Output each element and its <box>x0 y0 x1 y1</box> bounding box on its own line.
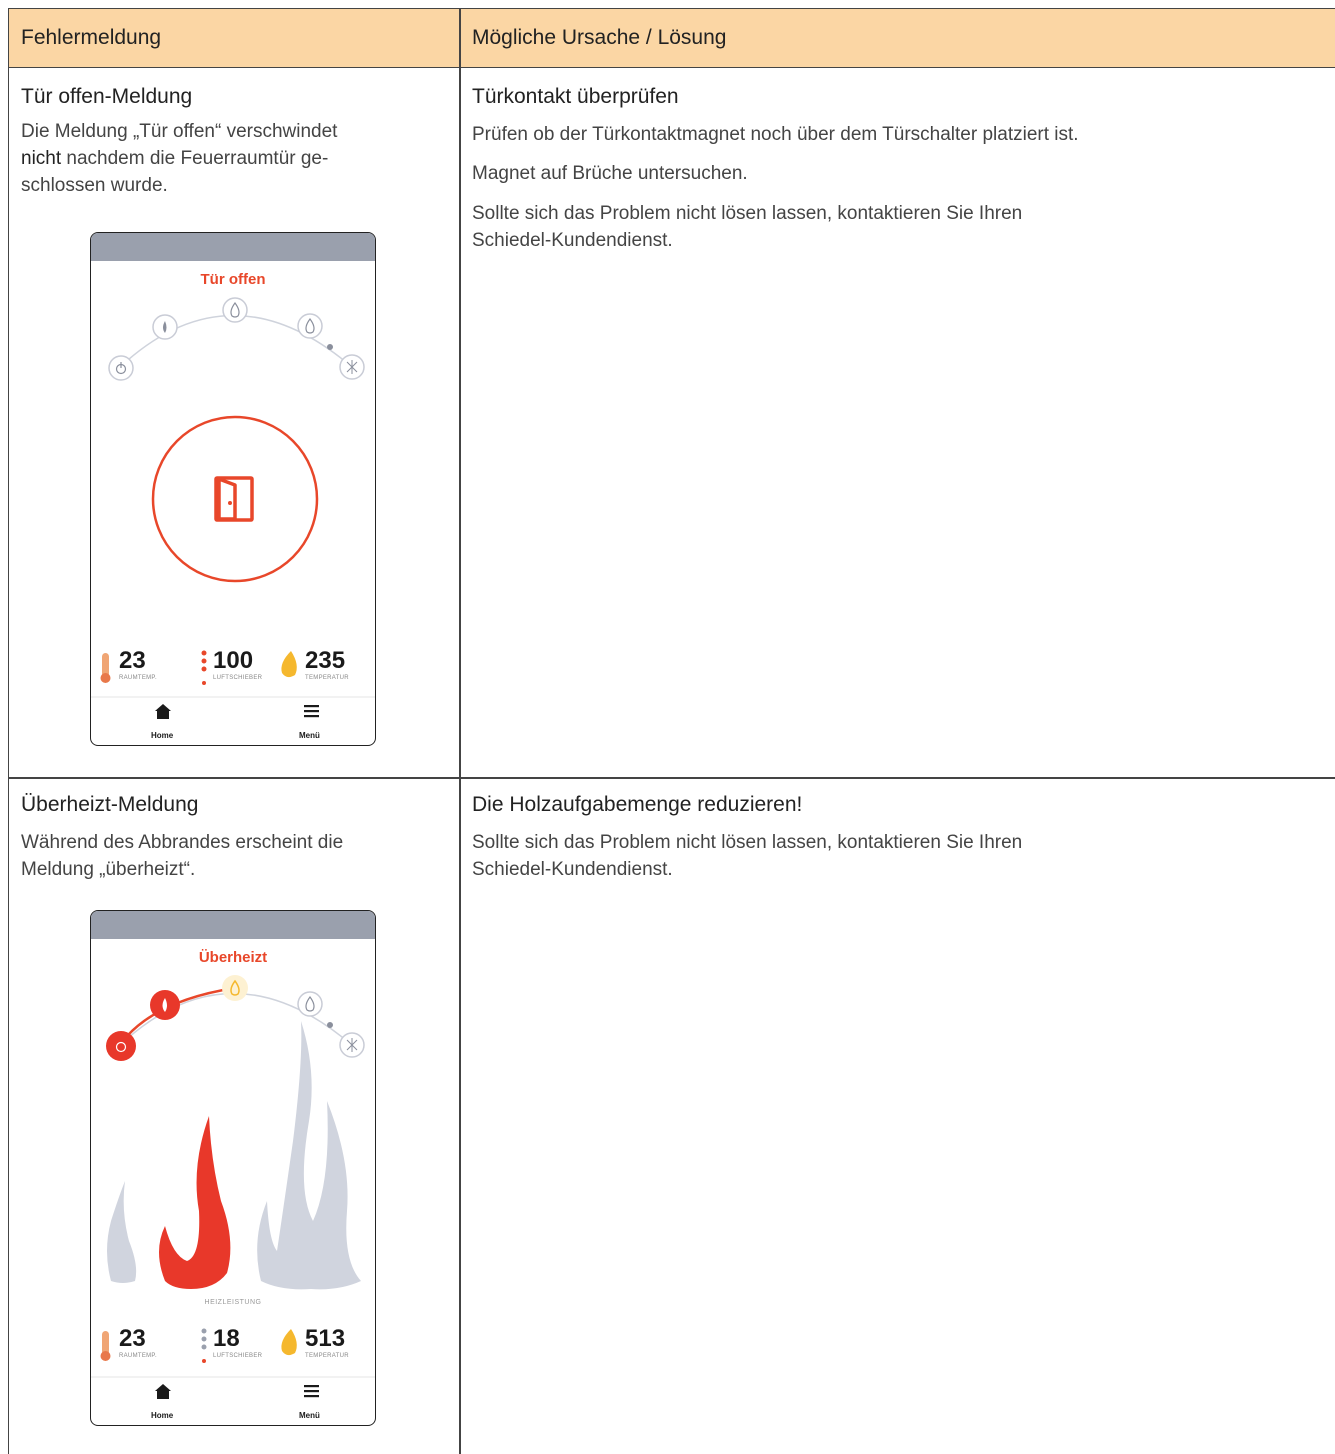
home-icon[interactable] <box>155 704 171 719</box>
heat-output-label: HEIZLEISTUNG <box>204 1299 262 1306</box>
flame-low-step-icon <box>297 313 323 339</box>
stat-temperature: 235 <box>305 647 346 674</box>
stat-air-slider-label: LUFTSCHIEBER <box>213 675 263 681</box>
row1-solution-line: Schiedel-Kundendienst. <box>472 230 673 251</box>
row2-solution-title: Die Holzaufgabemenge reduzieren! <box>472 793 803 816</box>
header-fehlermeldung: Fehlermeldung <box>21 26 162 49</box>
nav-menu-label[interactable]: Menü <box>299 731 320 740</box>
stat-temperature-label: TEMPERATUR <box>305 675 349 681</box>
row1-emphasis: nicht <box>21 148 62 169</box>
row1-solution-line: Prüfen ob der Türkontaktmagnet noch über… <box>472 124 1079 145</box>
row1-solution-line: Magnet auf Brüche untersuchen. <box>472 163 748 184</box>
row2-title: Überheizt-Meldung <box>21 793 199 816</box>
power-step-icon <box>108 355 134 381</box>
air-slider-icon <box>201 650 207 685</box>
row-divider <box>9 777 1335 779</box>
row2-description: Während des Abbrandes erscheint die Meld… <box>21 832 344 880</box>
row1-solution-line: Sollte sich das Problem nicht lösen lass… <box>472 203 1023 224</box>
cooldown-step-icon <box>339 1032 365 1058</box>
stat-room-temp-label: RAUMTEMP. <box>119 675 157 681</box>
flame-step-icon <box>222 297 248 323</box>
stat-temperature: 513 <box>305 1325 346 1352</box>
progress-dot <box>327 1022 333 1028</box>
heat-output-flames <box>107 1021 361 1290</box>
ignition-step-icon <box>150 990 180 1020</box>
flame-temp-icon <box>281 1329 297 1356</box>
air-slider-icon <box>201 1328 207 1363</box>
row1-description: Die Meldung „Tür offen“ verschwindet nic… <box>21 121 338 196</box>
stat-air-slider-label: LUFTSCHIEBER <box>213 1353 263 1359</box>
table-header: Fehlermeldung Mögliche Ursache / Lösung <box>9 8 1335 68</box>
row1-solution-title: Türkontakt überprüfen <box>472 85 679 108</box>
nav-menu-label[interactable]: Menü <box>299 1411 320 1420</box>
column-divider <box>459 8 461 1454</box>
stat-temperature-label: TEMPERATUR <box>305 1353 349 1359</box>
nav-home-label[interactable]: Home <box>151 731 173 740</box>
row1-title: Tür offen-Meldung <box>21 85 193 108</box>
stat-room-temp-label: RAUMTEMP. <box>119 1353 157 1359</box>
troubleshooting-table: Fehlermeldung Mögliche Ursache / Lösung … <box>8 8 1335 1454</box>
app-screenshot-door-open: Tür offen 23 RAUMTEMP. 100 LUFTSCHIEBER … <box>90 232 376 746</box>
header-ursache-loesung: Mögliche Ursache / Lösung <box>472 26 727 49</box>
menu-icon[interactable] <box>304 705 319 718</box>
thermometer-icon <box>100 1331 111 1361</box>
stat-room-temp: 23 <box>119 647 146 674</box>
flame-temp-icon <box>281 651 297 678</box>
row2-solution-line: Sollte sich das Problem nicht lösen lass… <box>472 832 1023 853</box>
cooldown-step-icon <box>339 354 365 380</box>
flame-low-step-icon <box>297 991 323 1017</box>
stat-room-temp: 23 <box>119 1325 146 1352</box>
app-screenshot-overheated: Überheizt HEIZLEISTUNG 23 RAUMTEMP. 18 L… <box>90 910 376 1426</box>
row2-solution-line: Schiedel-Kundendienst. <box>472 859 673 880</box>
power-step-icon <box>106 1031 136 1061</box>
home-icon[interactable] <box>155 1384 171 1399</box>
progress-dot <box>327 344 333 350</box>
stat-air-slider: 18 <box>213 1325 240 1352</box>
nav-home-label[interactable]: Home <box>151 1411 173 1420</box>
door-open-icon <box>151 415 319 583</box>
ignition-step-icon <box>152 314 178 340</box>
thermometer-icon <box>100 653 111 683</box>
flame-step-icon <box>222 975 248 1001</box>
menu-icon[interactable] <box>304 1385 319 1398</box>
stat-air-slider: 100 <box>213 647 254 674</box>
